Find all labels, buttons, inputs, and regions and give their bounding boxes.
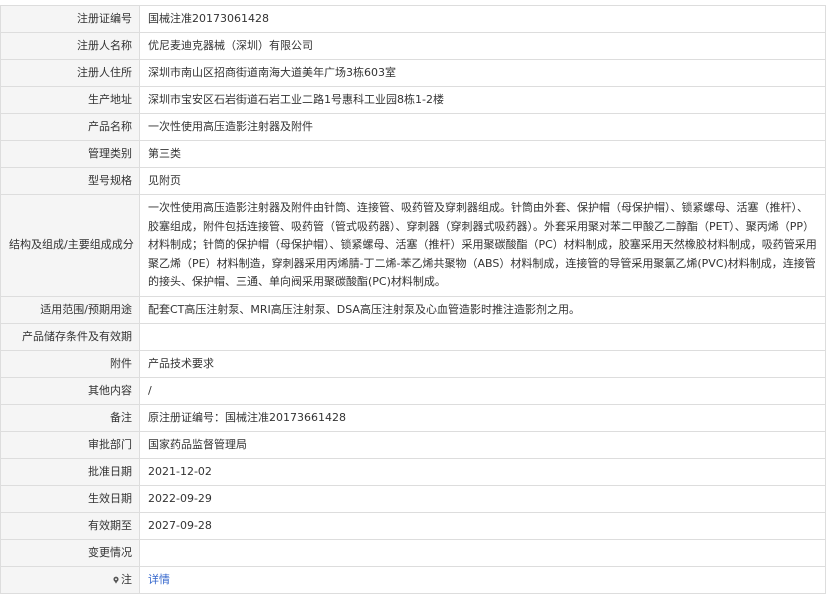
row-label: 批准日期 [0,457,140,486]
table-row: 审批部门 国家药品监督管理局 [0,430,826,459]
note-label: 注 [121,572,132,586]
table-row: 型号规格 见附页 [0,167,826,195]
note-label-cell: 注 [0,565,140,594]
row-value: 详情 [139,565,826,594]
row-label: 注册人名称 [0,32,140,60]
table-row: 产品储存条件及有效期 [0,322,826,351]
table-row: 生效日期 2022-09-29 [0,484,826,513]
row-value: / [139,376,826,405]
row-label: 注册证编号 [0,5,140,33]
row-label: 型号规格 [0,167,140,195]
table-row: 产品名称 一次性使用高压造影注射器及附件 [0,113,826,141]
row-value: 深圳市南山区招商街道南海大道美年广场3栋603室 [139,59,826,87]
row-label: 其他内容 [0,376,140,405]
row-value: 见附页 [139,167,826,195]
row-value: 国械注准20173061428 [139,5,826,33]
table-row: 变更情况 [0,538,826,567]
row-label: 产品名称 [0,113,140,141]
table-row: 其他内容 / [0,376,826,405]
row-label: 备注 [0,403,140,432]
row-label: 审批部门 [0,430,140,459]
row-value: 深圳市宝安区石岩街道石岩工业二路1号惠科工业园8栋1-2楼 [139,86,826,114]
row-value [139,538,826,567]
row-label: 产品储存条件及有效期 [0,322,140,351]
row-value: 第三类 [139,140,826,168]
row-label: 适用范围/预期用途 [0,295,140,324]
row-value: 一次性使用高压造影注射器及附件由针筒、连接管、吸药管及穿刺器组成。针筒由外套、保… [139,194,826,297]
row-label: 生效日期 [0,484,140,513]
row-value: 产品技术要求 [139,349,826,378]
table-row: 生产地址 深圳市宝安区石岩街道石岩工业二路1号惠科工业园8栋1-2楼 [0,86,826,114]
row-label: 结构及组成/主要组成成分 [0,194,140,297]
table-row: 管理类别 第三类 [0,140,826,168]
map-pin-icon [113,576,119,584]
row-value: 原注册证编号：国械注准20173661428 [139,403,826,432]
row-label: 注册人住所 [0,59,140,87]
details-link[interactable]: 详情 [148,573,170,586]
row-label: 有效期至 [0,511,140,540]
registration-table: 注册证编号 国械注准20173061428 注册人名称 优尼麦迪克器械（深圳）有… [0,5,826,594]
row-label: 管理类别 [0,140,140,168]
table-row: 注册人名称 优尼麦迪克器械（深圳）有限公司 [0,32,826,60]
row-value: 国家药品监督管理局 [139,430,826,459]
row-value: 配套CT高压注射泵、MRI高压注射泵、DSA高压注射泵及心血管造影时推注造影剂之… [139,295,826,324]
table-row: 附件 产品技术要求 [0,349,826,378]
row-label: 变更情况 [0,538,140,567]
table-row: 批准日期 2021-12-02 [0,457,826,486]
row-label: 附件 [0,349,140,378]
row-value: 一次性使用高压造影注射器及附件 [139,113,826,141]
row-value: 2021-12-02 [139,457,826,486]
table-row: 备注 原注册证编号：国械注准20173661428 [0,403,826,432]
table-row: 注 详情 [0,565,826,594]
row-label: 生产地址 [0,86,140,114]
table-row: 注册证编号 国械注准20173061428 [0,5,826,33]
table-row: 适用范围/预期用途 配套CT高压注射泵、MRI高压注射泵、DSA高压注射泵及心血… [0,295,826,324]
row-value: 优尼麦迪克器械（深圳）有限公司 [139,32,826,60]
row-value: 2027-09-28 [139,511,826,540]
table-row: 结构及组成/主要组成成分 一次性使用高压造影注射器及附件由针筒、连接管、吸药管及… [0,194,826,297]
registration-detail: 注册证编号 国械注准20173061428 注册人名称 优尼麦迪克器械（深圳）有… [0,5,829,594]
row-value [139,322,826,351]
row-value: 2022-09-29 [139,484,826,513]
table-row: 注册人住所 深圳市南山区招商街道南海大道美年广场3栋603室 [0,59,826,87]
table-row: 有效期至 2027-09-28 [0,511,826,540]
